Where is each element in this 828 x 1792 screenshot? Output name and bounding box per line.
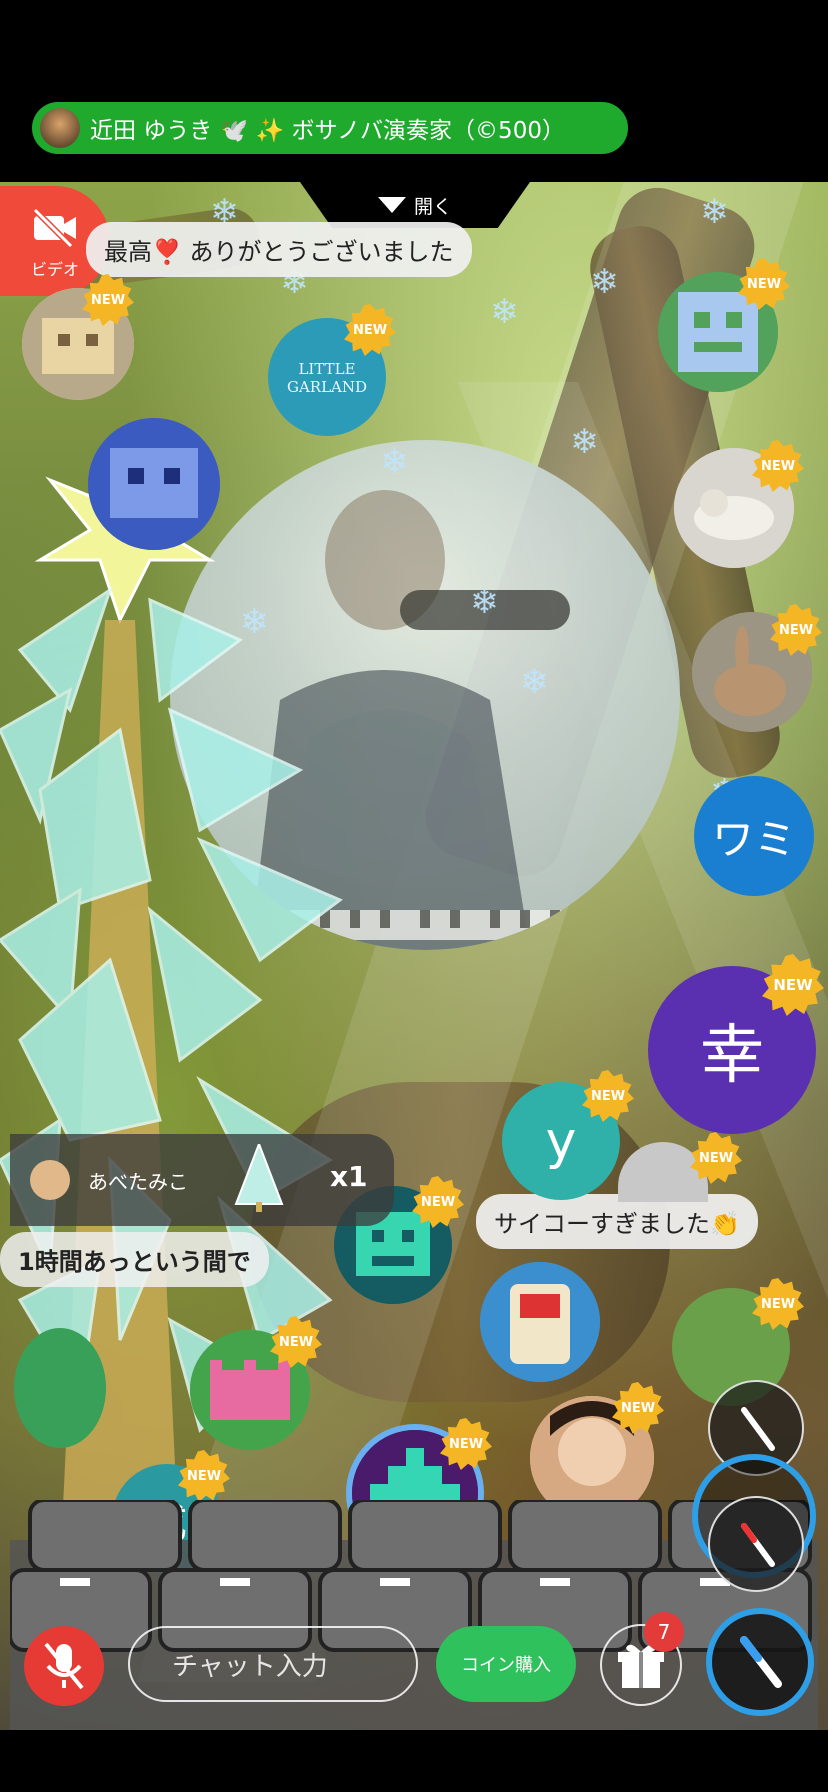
- little-garland-label: LITTLE GARLAND: [286, 360, 368, 396]
- snowflake-icon: ❄: [590, 262, 619, 302]
- red-pen-tool-button[interactable]: [708, 1496, 804, 1592]
- gift-count: x1: [330, 1160, 368, 1193]
- chat-input-field[interactable]: チャット入力: [128, 1626, 418, 1702]
- viewer-avatar[interactable]: [480, 1262, 600, 1382]
- mic-off-icon: [44, 1642, 84, 1690]
- pixel-avatar-icon: [88, 418, 220, 550]
- gift-count-badge: 7: [644, 1612, 684, 1652]
- viewer-avatar[interactable]: [88, 418, 220, 550]
- triangle-down-icon: [377, 197, 406, 213]
- wami-text: ワミ: [711, 814, 796, 864]
- kou-text: 幸: [700, 1019, 764, 1093]
- gifter-avatar: [30, 1160, 70, 1200]
- mute-mic-button[interactable]: [24, 1626, 104, 1706]
- red-pen-icon: [741, 1523, 775, 1567]
- snowflake-icon: ❄: [380, 442, 409, 482]
- room-title: 近田 ゆうき 🕊️ ✨ ボサノバ演奏家（©500）: [90, 118, 565, 144]
- snowflake-icon: ❄: [570, 422, 599, 462]
- snowflake-icon: ❄: [470, 582, 499, 622]
- chat-message: 最高❣️ ありがとうございました: [86, 222, 472, 277]
- viewer-avatar-wami[interactable]: ワミ: [694, 776, 814, 896]
- chat-message: 1時間あっという間で: [0, 1232, 269, 1287]
- buy-coins-button[interactable]: コイン購入: [436, 1626, 576, 1702]
- host-avatar: [40, 108, 80, 148]
- paint-pen-icon: [740, 1636, 782, 1688]
- tree-gift-icon: [234, 1144, 284, 1212]
- meter-icon: [480, 1262, 600, 1382]
- buy-coins-label: コイン購入: [461, 1655, 551, 1676]
- open-panel-label: 開く: [413, 195, 452, 218]
- gifter-name: あべたみこ: [88, 1170, 188, 1194]
- chat-input-placeholder: チャット入力: [172, 1651, 328, 1682]
- snowflake-icon: ❄: [490, 292, 519, 332]
- snowflake-icon: ❄: [520, 662, 549, 702]
- room-title-bar[interactable]: 近田 ゆうき 🕊️ ✨ ボサノバ演奏家（©500）: [32, 102, 628, 154]
- paint-pen-button[interactable]: [706, 1608, 814, 1716]
- y-text: y: [545, 1111, 577, 1171]
- chat-message: サイコーすぎました👏: [476, 1194, 758, 1249]
- gift-notification: あべたみこ x1: [10, 1134, 394, 1226]
- snowflake-icon: ❄: [700, 192, 729, 232]
- video-off-icon: [32, 207, 76, 249]
- viewer-avatar[interactable]: [14, 1328, 106, 1448]
